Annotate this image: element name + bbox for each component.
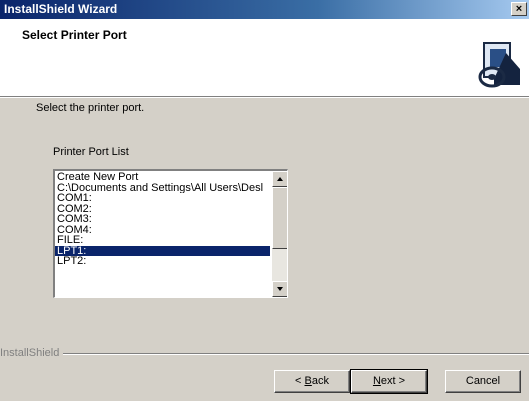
port-list-item[interactable]: COM3: (55, 214, 270, 225)
title-bar[interactable]: InstallShield Wizard × (0, 0, 529, 19)
page-title: Select Printer Port (22, 28, 127, 42)
port-list-items: Create New Port C:\Documents and Settings… (55, 172, 270, 267)
scroll-up-button[interactable] (272, 171, 287, 187)
back-prefix: < (295, 375, 305, 387)
scroll-down-button[interactable] (272, 281, 287, 297)
port-list-item[interactable]: FILE: (55, 235, 270, 246)
arrow-down-icon (277, 287, 283, 291)
back-button[interactable]: < Back (274, 370, 350, 393)
vertical-scrollbar[interactable] (272, 171, 287, 297)
printer-port-listbox[interactable]: Create New Port C:\Documents and Settings… (53, 169, 288, 298)
back-rest: ack (311, 375, 329, 387)
printer-cd-icon (478, 42, 520, 88)
port-list-item[interactable]: Create New Port (55, 172, 270, 183)
next-mnemonic: N (372, 375, 381, 387)
instruction-text: Select the printer port. (36, 102, 145, 114)
port-list-item[interactable]: LPT1: (55, 245, 270, 256)
close-button[interactable]: × (511, 2, 527, 16)
arrow-up-icon (277, 177, 283, 181)
port-list-item[interactable]: COM2: (55, 204, 270, 215)
port-list-label: Printer Port List (53, 146, 129, 158)
cancel-button[interactable]: Cancel (445, 370, 521, 393)
port-list-item[interactable]: C:\Documents and Settings\All Users\Desl (55, 183, 270, 194)
port-list-item[interactable]: COM4: (55, 225, 270, 236)
window-title: InstallShield Wizard (4, 2, 118, 16)
port-list-item[interactable]: COM1: (55, 193, 270, 204)
scroll-thumb[interactable] (272, 187, 287, 249)
footer-divider (0, 353, 529, 355)
next-button[interactable]: Next > (350, 369, 428, 394)
header-divider (0, 96, 529, 98)
back-mnemonic: B (304, 375, 312, 387)
installshield-brand: InstallShield (0, 347, 64, 359)
next-rest: ext > (380, 375, 406, 387)
port-list-item[interactable]: LPT2: (55, 256, 270, 267)
header-panel: Select Printer Port (0, 19, 529, 96)
